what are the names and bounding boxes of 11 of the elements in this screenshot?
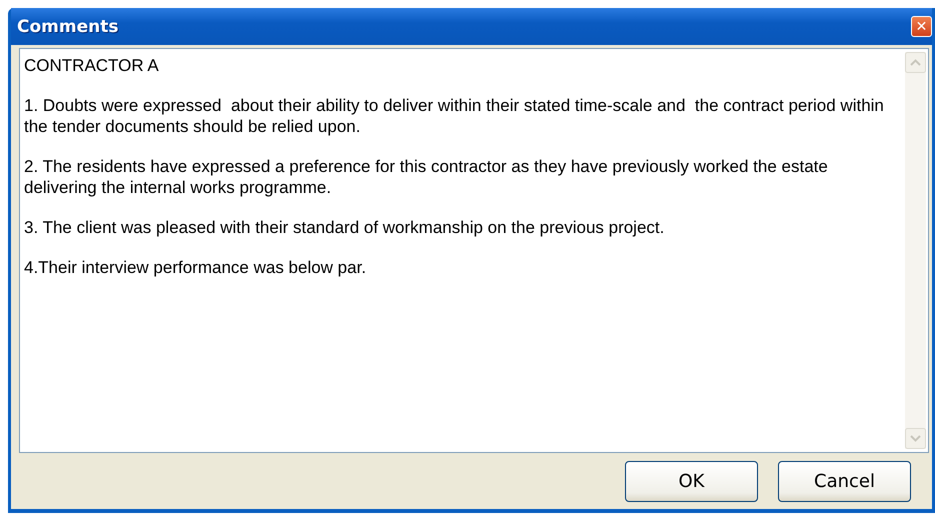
comment-paragraph: CONTRACTOR A	[24, 55, 160, 76]
scroll-up-icon[interactable]	[905, 52, 926, 73]
scroll-down-icon[interactable]	[905, 428, 926, 449]
comment-paragraph: 3. The client was pleased with their standard of workmanship on the previous project.	[24, 217, 666, 238]
comment-paragraph: 2. The residents have expressed a preference for this contractor as they have previously worked the estate delivering the internal works programme.	[24, 156, 829, 198]
comments-field[interactable]	[19, 48, 929, 453]
comment-paragraph: 4.Their interview performance was below par.	[24, 257, 368, 278]
ok-button[interactable]: OK	[625, 460, 758, 502]
comment-paragraph: 1. Doubts were expressed about their ability to deliver within their stated time-scale and the contract period within the tender documents should be relied upon.	[24, 95, 885, 137]
cancel-button[interactable]: Cancel	[778, 460, 911, 502]
window-title: Comments	[17, 16, 118, 36]
